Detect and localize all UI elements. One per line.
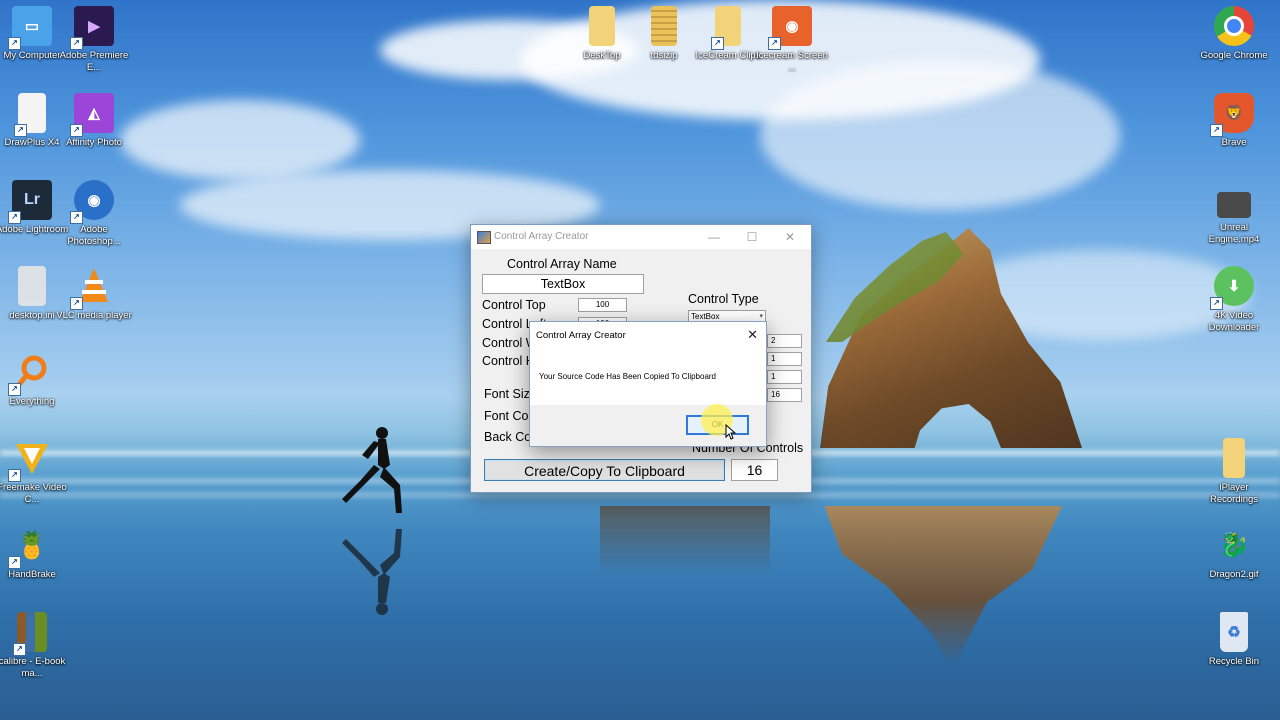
desktop-icon-brave[interactable]: 🦁 ↗ Brave [1196,93,1272,149]
desktop-icon-recycle-bin[interactable]: ♻ Recycle Bin [1196,612,1272,668]
desktop-icon-photoshop[interactable]: ◉ ↗ Adobe Photoshop... [56,180,132,248]
chrome-icon [1214,6,1254,46]
handbrake-icon: 🍍 ↗ [8,525,52,569]
message-text: Your Source Code Has Been Copied To Clip… [539,372,717,381]
mouse-cursor-icon [725,424,737,440]
desktop-icon-premiere[interactable]: ▶ ↗ Adobe Premiere E... [56,6,132,74]
desktop-icon-dragon[interactable]: 🐉 Dragon2.gif [1196,525,1272,581]
computer-icon: ▭ ↗ [8,6,52,50]
create-copy-button[interactable]: Create/Copy To Clipboard [484,459,725,481]
right-field-1[interactable]: 2 [767,334,802,348]
number-of-controls-input[interactable]: 16 [731,459,778,481]
desktop-icon-icecream-screen[interactable]: ◉ ↗ Icecream Screen ... [754,6,830,74]
close-button[interactable]: ✕ [771,227,809,247]
message-box-close-button[interactable]: ✕ [747,327,758,343]
books-icon: ↗ [13,612,47,656]
app-icon [477,231,491,244]
maximize-button[interactable]: ☐ [733,227,771,247]
freemake-icon: ↗ [8,438,52,482]
document-icon: ↗ [14,93,46,137]
rock-reflection [824,506,1062,666]
cloud [120,100,360,180]
affinity-icon: ◭ ↗ [70,93,114,137]
font-size-field[interactable]: 16 [767,388,802,402]
array-name-label: Control Array Name [507,257,617,271]
runner-silhouette [342,427,402,513]
runner-reflection [342,529,402,615]
desktop-icon-chrome[interactable]: Google Chrome [1196,6,1272,62]
desktop-icon-iplayer[interactable]: iPlayer Recordings [1196,438,1272,506]
desktop-icon-handbrake[interactable]: 🍍 ↗ HandBrake [0,525,70,581]
folder-icon [589,6,615,46]
right-field-2[interactable]: 1 [767,352,802,366]
desktop-icon-vlc[interactable]: ↗ VLC media player [56,266,132,322]
video-file-icon [1217,192,1251,218]
recycle-bin-icon: ♻ [1220,612,1248,652]
lightroom-icon: Lr ↗ [8,180,52,224]
desktop-icon-unreal[interactable]: Unreal Engine.mp4 [1196,180,1272,246]
dragon-icon: 🐉 [1219,531,1249,559]
control-top-label: Control Top [482,298,546,312]
premiere-icon: ▶ ↗ [70,6,114,50]
camera-icon: ◉ ↗ [70,180,114,224]
desktop-icon-calibre[interactable]: ↗ calibre - E-book ma... [0,612,70,680]
download-icon: ⬇ ↗ [1210,266,1254,310]
desktop-icon-everything[interactable]: ↗ Everything [0,352,70,408]
cloud [760,60,1120,210]
minimize-button[interactable]: — [695,227,733,247]
settings-file-icon [18,266,46,306]
zip-folder-icon [651,6,677,46]
window-title: Control Array Creator [494,231,589,242]
control-top-input[interactable]: 100 [578,298,627,312]
vlc-icon: ↗ [70,266,114,310]
title-bar[interactable]: Control Array Creator — ☐ ✕ [471,225,811,249]
message-box-title: Control Array Creator [536,330,626,341]
array-name-input[interactable]: TextBox [482,274,644,294]
desktop-icon-affinity[interactable]: ◭ ↗ Affinity Photo [56,93,132,149]
control-type-label: Control Type [688,292,759,306]
desktop-icon-4k-video[interactable]: ⬇ ↗ 4K Video Downloader [1196,266,1272,334]
water-reflection [600,506,770,576]
folder-icon [1223,438,1245,478]
right-field-3[interactable]: 1 [767,370,802,384]
folder-icon: ↗ [711,6,741,50]
brave-icon: 🦁 ↗ [1210,93,1254,137]
desktop-icon-freemake[interactable]: ↗ Freemake Video C... [0,438,70,506]
icecream-icon: ◉ ↗ [768,6,812,50]
search-icon: ↗ [8,352,52,396]
